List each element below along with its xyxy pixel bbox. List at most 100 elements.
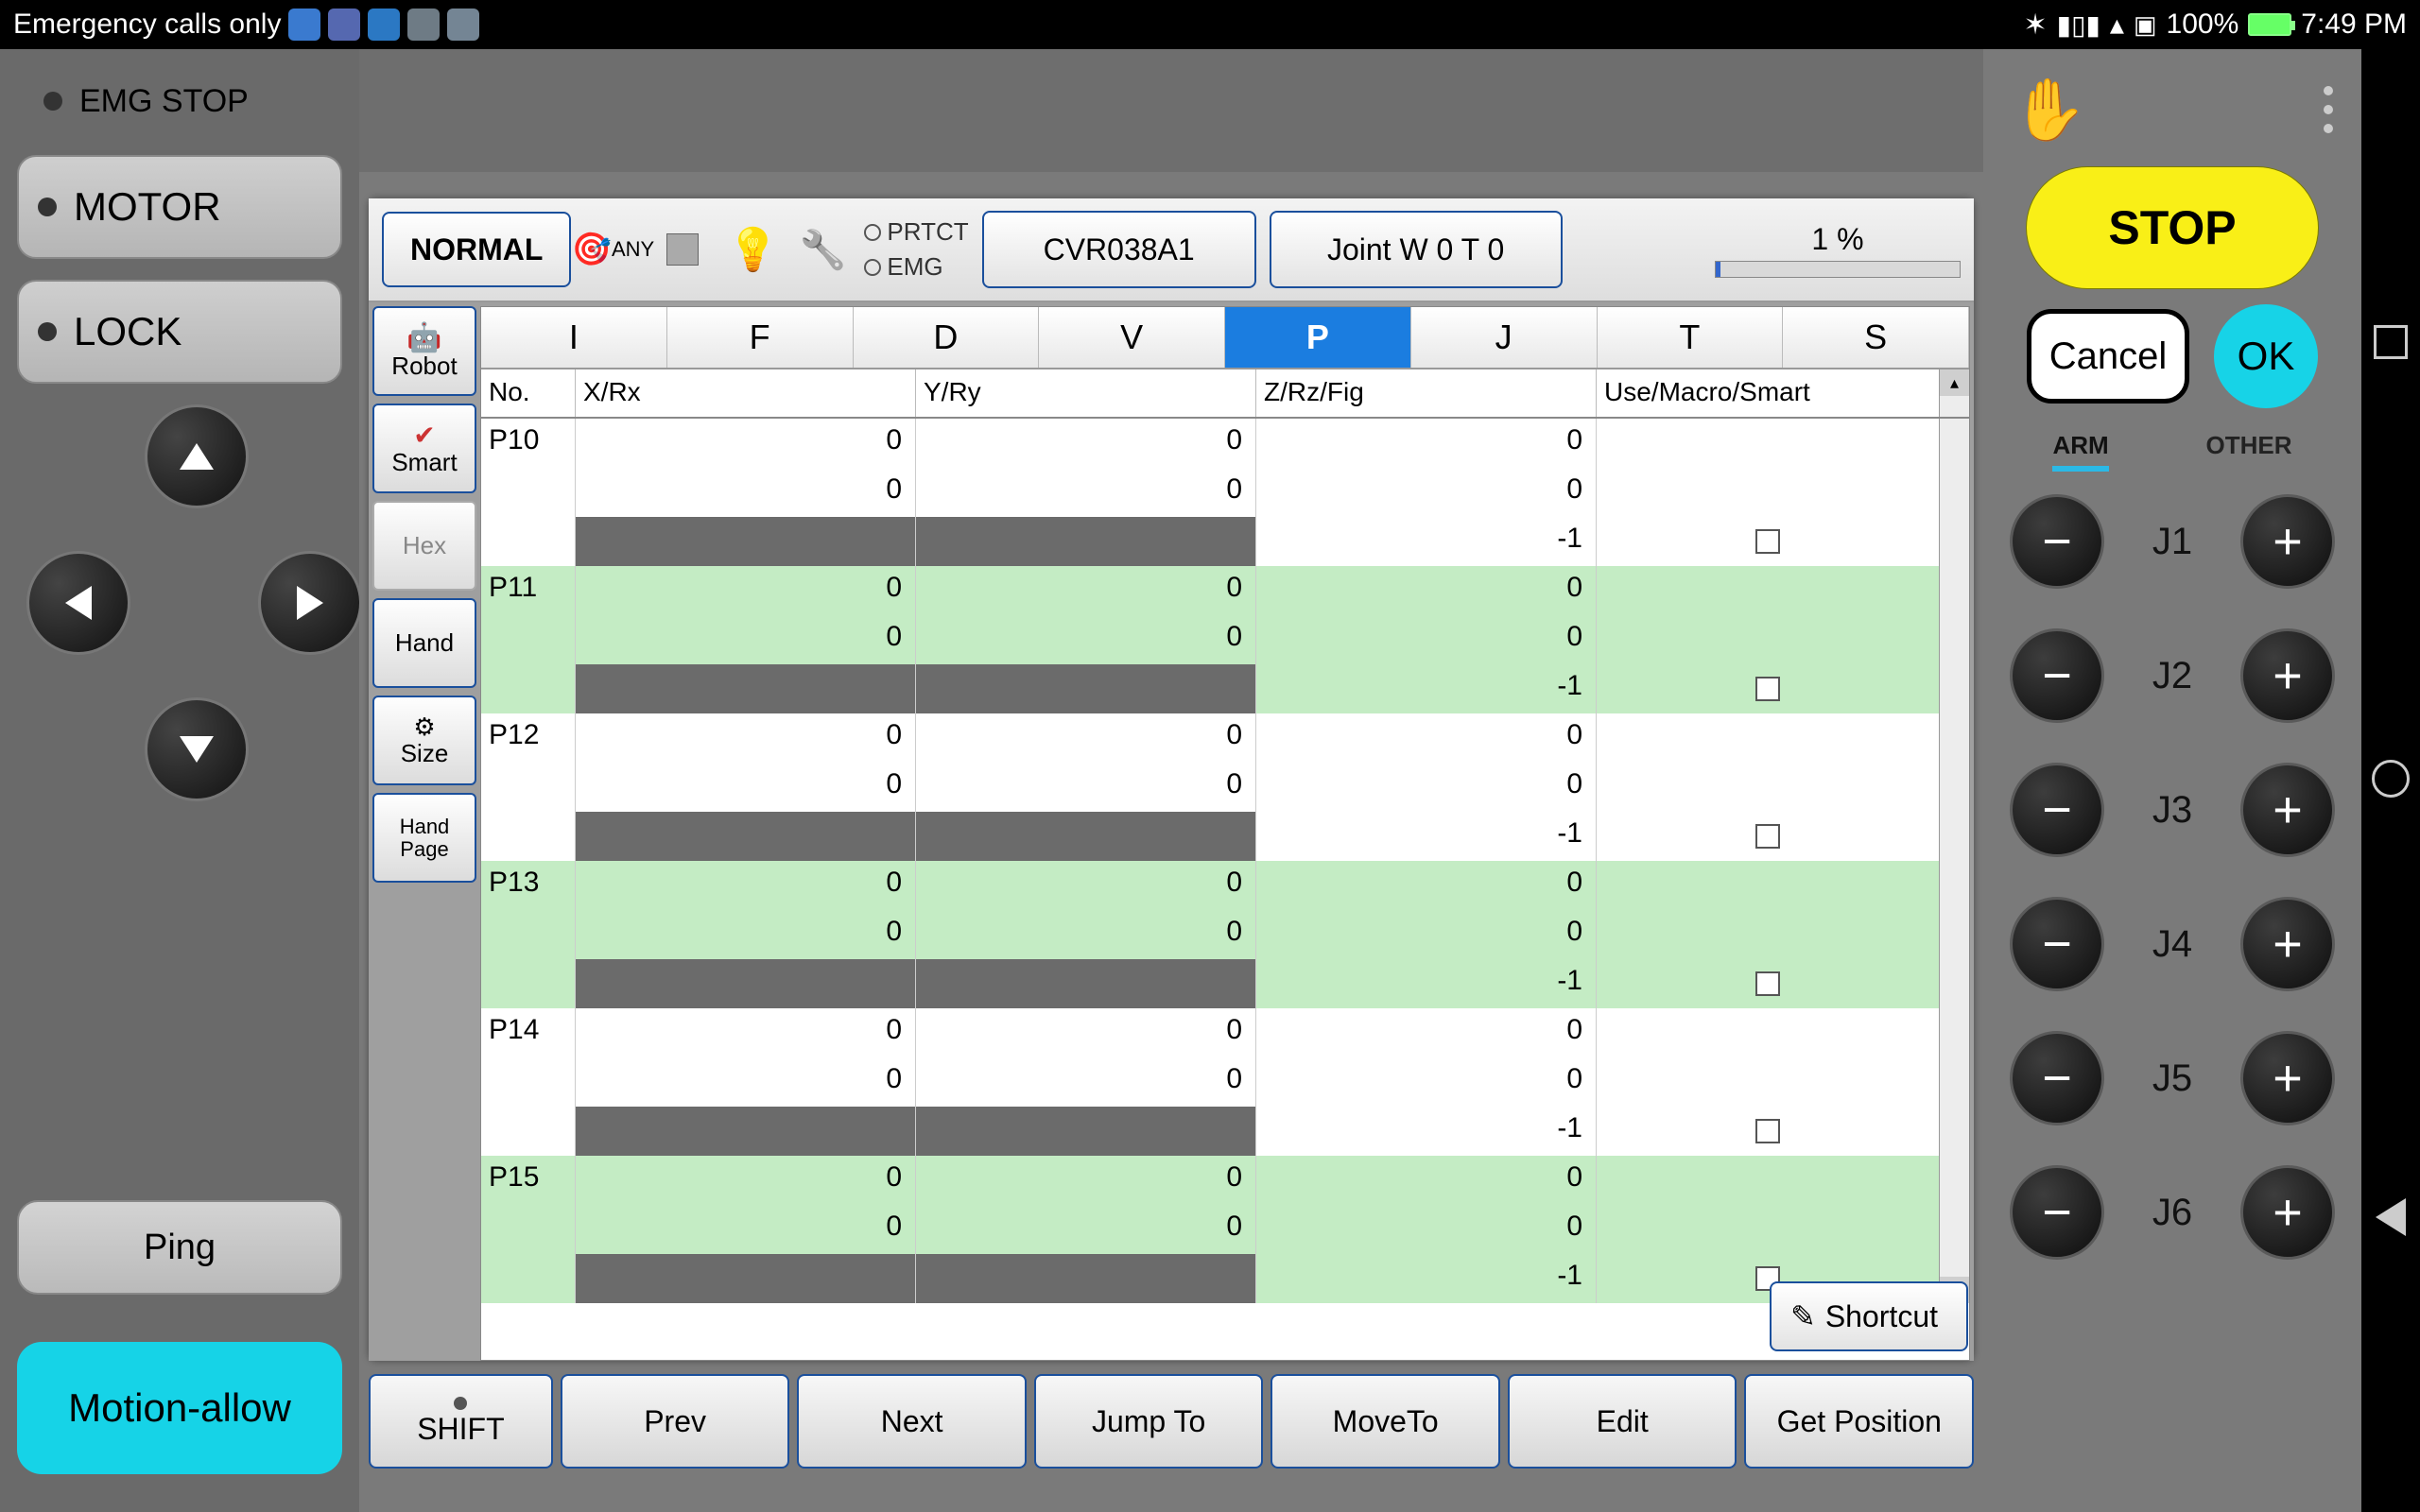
next-button[interactable]: Next: [797, 1374, 1027, 1469]
type-tab-d[interactable]: D: [854, 307, 1040, 368]
ok-button[interactable]: OK: [2214, 304, 2318, 408]
grid-body[interactable]: P10000000-1P11000000-1P12000000-1P130000…: [481, 419, 1939, 1303]
table-row[interactable]: -1: [481, 812, 1939, 861]
j4-minus-button[interactable]: −: [2010, 897, 2104, 991]
speed-display[interactable]: 1 %: [1715, 222, 1961, 278]
j1-minus-button[interactable]: −: [2010, 494, 2104, 589]
size-tab[interactable]: ⚙Size: [372, 696, 476, 785]
moveto-button[interactable]: MoveTo: [1270, 1374, 1500, 1469]
joint-row-j5: −J5+: [1995, 1031, 2350, 1125]
table-row[interactable]: P12000: [481, 713, 1939, 763]
getposition-button[interactable]: Get Position: [1744, 1374, 1974, 1469]
left-button[interactable]: [26, 551, 130, 655]
kebab-menu-icon[interactable]: [2324, 86, 2333, 133]
table-row[interactable]: P13000: [481, 861, 1939, 910]
joint-select-button[interactable]: Joint W 0 T 0: [1270, 211, 1563, 288]
use-checkbox[interactable]: [1755, 824, 1780, 849]
arm-tab[interactable]: ARM: [2052, 431, 2108, 472]
any-target-icon[interactable]: ANY: [584, 221, 641, 278]
table-row[interactable]: 000: [481, 615, 1939, 664]
hex-tab[interactable]: Hex: [372, 501, 476, 591]
cancel-button[interactable]: Cancel: [2027, 309, 2189, 404]
ping-button[interactable]: Ping: [17, 1200, 342, 1295]
joint-row-j6: −J6+: [1995, 1165, 2350, 1260]
back-icon[interactable]: [2376, 1198, 2406, 1236]
j2-minus-button[interactable]: −: [2010, 628, 2104, 723]
wrench-icon[interactable]: [794, 221, 851, 278]
jumpto-button[interactable]: Jump To: [1034, 1374, 1264, 1469]
hand-tab[interactable]: Hand: [372, 598, 476, 688]
j3-minus-button[interactable]: −: [2010, 763, 2104, 857]
type-tab-j[interactable]: J: [1411, 307, 1598, 368]
shift-button[interactable]: SHIFT: [369, 1374, 553, 1469]
type-tab-v[interactable]: V: [1039, 307, 1225, 368]
scrollbar[interactable]: ▾: [1939, 419, 1969, 1303]
right-button[interactable]: [258, 551, 362, 655]
table-row[interactable]: -1: [481, 1254, 1939, 1303]
stop-button[interactable]: STOP: [2026, 166, 2319, 289]
hand-tab-label: Hand: [395, 630, 454, 656]
motor-button[interactable]: MOTOR: [17, 155, 342, 259]
j5-minus-button[interactable]: −: [2010, 1031, 2104, 1125]
emg-radio[interactable]: EMG: [864, 252, 968, 282]
prtct-radio[interactable]: PRTCT: [864, 217, 968, 247]
j1-plus-button[interactable]: +: [2240, 494, 2335, 589]
hdr-y: Y/Ry: [916, 369, 1256, 417]
down-button[interactable]: [145, 697, 249, 801]
speed-bar: [1715, 261, 1961, 278]
prev-button[interactable]: Prev: [561, 1374, 790, 1469]
table-row[interactable]: P15000: [481, 1156, 1939, 1205]
position-grid: IFDVPJTS No. X/Rx Y/Ry Z/Rz/Fig Use/Macr…: [480, 306, 1970, 1361]
table-row[interactable]: P11000: [481, 566, 1939, 615]
recent-apps-icon[interactable]: [2374, 325, 2408, 359]
j5-plus-button[interactable]: +: [2240, 1031, 2335, 1125]
j4-plus-button[interactable]: +: [2240, 897, 2335, 991]
shortcut-button[interactable]: ✎ Shortcut: [1770, 1281, 1968, 1351]
type-tab-f[interactable]: F: [667, 307, 854, 368]
mode-button[interactable]: NORMAL: [382, 212, 571, 287]
table-row[interactable]: P10000: [481, 419, 1939, 468]
type-tab-i[interactable]: I: [481, 307, 667, 368]
other-tab[interactable]: OTHER: [2206, 431, 2292, 472]
scroll-up-icon[interactable]: ▴: [1940, 369, 1969, 396]
joint-controls: −J1+−J2+−J3+−J4+−J5+−J6+: [1995, 494, 2350, 1260]
use-checkbox[interactable]: [1755, 971, 1780, 996]
hand-page-tab[interactable]: HandPage: [372, 793, 476, 883]
wifi-icon: ▴: [2110, 9, 2124, 42]
type-tab-t[interactable]: T: [1598, 307, 1784, 368]
type-tab-p[interactable]: P: [1225, 307, 1411, 368]
smart-tab[interactable]: ✔Smart: [372, 404, 476, 493]
table-row[interactable]: 000: [481, 1205, 1939, 1254]
table-row[interactable]: -1: [481, 517, 1939, 566]
lock-button[interactable]: LOCK: [17, 280, 342, 384]
table-row[interactable]: -1: [481, 664, 1939, 713]
type-tab-s[interactable]: S: [1783, 307, 1969, 368]
j6-plus-button[interactable]: +: [2240, 1165, 2335, 1260]
table-row[interactable]: 000: [481, 1057, 1939, 1107]
table-row[interactable]: -1: [481, 959, 1939, 1008]
use-checkbox[interactable]: [1755, 677, 1780, 701]
program-select-button[interactable]: CVR038A1: [982, 211, 1256, 288]
up-button[interactable]: [145, 404, 249, 508]
stop-square-icon[interactable]: [654, 221, 711, 278]
table-row[interactable]: -1: [481, 1107, 1939, 1156]
table-row[interactable]: P14000: [481, 1008, 1939, 1057]
use-checkbox[interactable]: [1755, 1119, 1780, 1143]
table-row[interactable]: 000: [481, 763, 1939, 812]
robot-tab[interactable]: 🤖Robot: [372, 306, 476, 396]
table-row[interactable]: 000: [481, 910, 1939, 959]
j6-minus-button[interactable]: −: [2010, 1165, 2104, 1260]
bottom-toolbar: SHIFT Prev Next Jump To MoveTo Edit Get …: [369, 1374, 1974, 1469]
bulb-icon[interactable]: [724, 221, 781, 278]
top-toolbar: NORMAL ANY PRTCT EMG CVR038A1 Joint W 0 …: [369, 198, 1974, 302]
j3-plus-button[interactable]: +: [2240, 763, 2335, 857]
hand-icon[interactable]: ✋: [2012, 75, 2087, 146]
table-row[interactable]: 000: [481, 468, 1939, 517]
j2-plus-button[interactable]: +: [2240, 628, 2335, 723]
edit-button[interactable]: Edit: [1508, 1374, 1737, 1469]
motion-allow-button[interactable]: Motion-allow: [17, 1342, 342, 1474]
type-tabs: IFDVPJTS: [481, 307, 1969, 369]
use-checkbox[interactable]: [1755, 529, 1780, 554]
home-icon[interactable]: [2372, 760, 2410, 798]
joint-row-j4: −J4+: [1995, 897, 2350, 991]
